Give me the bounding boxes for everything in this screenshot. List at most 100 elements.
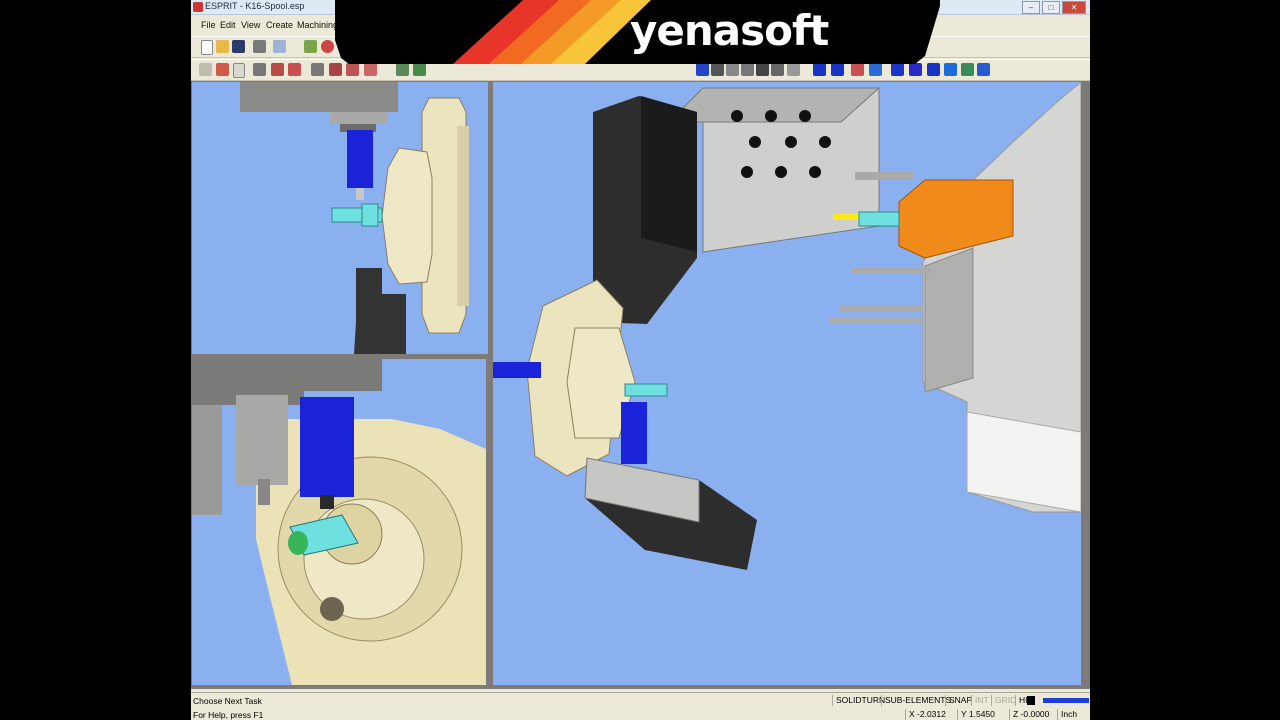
block-hole	[731, 110, 743, 122]
open-icon[interactable]	[216, 40, 229, 53]
operation-icon[interactable]	[396, 63, 409, 76]
side-turret	[924, 247, 974, 393]
status-prompt: Choose Next Task	[193, 696, 262, 706]
drilling-icon[interactable]	[271, 63, 284, 76]
menu-create[interactable]: Create	[266, 20, 293, 30]
blue-tool-lower	[621, 402, 647, 464]
bolt-hole	[320, 597, 344, 621]
blue-tool-shank	[347, 130, 373, 188]
left-tool-2	[236, 395, 288, 485]
status-help: For Help, press F1	[193, 710, 264, 720]
scale-icon[interactable]	[927, 63, 940, 76]
hi-color-bar	[1043, 698, 1089, 703]
shaded-icon[interactable]	[756, 63, 769, 76]
turret-tool-2	[839, 306, 923, 311]
block-hole	[809, 166, 821, 178]
view-front-icon[interactable]	[711, 63, 724, 76]
print-icon[interactable]	[253, 40, 266, 53]
menu-file[interactable]: File	[201, 20, 216, 30]
closeup-view-scene	[192, 359, 486, 685]
window-title: ESPRIT - K16-Spool.esp	[205, 1, 305, 11]
view-top-icon[interactable]	[726, 63, 739, 76]
rotate-icon[interactable]	[909, 63, 922, 76]
mode-solidturn[interactable]: SOLIDTURN	[832, 695, 888, 706]
chain-icon[interactable]	[413, 63, 426, 76]
block-hole	[749, 136, 761, 148]
face-icon[interactable]	[346, 63, 359, 76]
turret-tool-1	[851, 268, 931, 274]
stock-icon[interactable]	[233, 63, 245, 78]
mirror-icon[interactable]	[891, 63, 904, 76]
block-hole	[741, 166, 753, 178]
units: Inch	[1057, 709, 1080, 720]
blue-spindle-shaft	[493, 362, 541, 378]
minimize-button[interactable]: –	[1022, 1, 1040, 14]
coord-x: X -2.0312	[905, 709, 949, 720]
block-hole	[785, 136, 797, 148]
coord-z: Z -0.0000	[1009, 709, 1052, 720]
block-tool	[855, 172, 913, 180]
color-icon[interactable]	[961, 63, 974, 76]
block-hole	[819, 136, 831, 148]
view-side-icon[interactable]	[741, 63, 754, 76]
cyan-insert-main	[624, 383, 668, 397]
coord-y: Y 1.5450	[957, 709, 998, 720]
dark-jaw-step	[368, 294, 406, 354]
render-icon[interactable]	[813, 63, 826, 76]
tool-icon[interactable]	[216, 63, 229, 76]
menu-edit[interactable]: Edit	[220, 20, 236, 30]
top-view-scene	[240, 82, 469, 354]
hidden-line-icon[interactable]	[787, 63, 800, 76]
layer-icon[interactable]	[869, 63, 882, 76]
properties-icon[interactable]	[977, 63, 990, 76]
yenasoft-banner: yenasoft	[335, 0, 940, 64]
close-button[interactable]: ✕	[1062, 1, 1086, 14]
esprit-window: ESPRIT - K16-Spool.esp – □ ✕ File Edit V…	[191, 0, 1090, 720]
left-tool-tip	[258, 479, 270, 505]
contour-icon[interactable]	[311, 63, 324, 76]
left-tool-1	[192, 405, 222, 515]
maximize-button[interactable]: □	[1042, 1, 1060, 14]
tool-rack-face	[641, 96, 697, 252]
hi-indicator	[1027, 696, 1035, 705]
status-bar: Choose Next Task For Help, press F1 SOLI…	[191, 692, 1090, 720]
screen: ESPRIT - K16-Spool.esp – □ ✕ File Edit V…	[0, 0, 1280, 720]
viewport-bottom-left[interactable]	[192, 359, 486, 685]
yenasoft-logo-text: yenasoft	[630, 6, 829, 55]
flange-rim	[457, 126, 469, 306]
cyan-insert	[858, 211, 900, 227]
drill-cycle-icon[interactable]	[364, 63, 377, 76]
wireframe-icon[interactable]	[771, 63, 784, 76]
block-hole	[799, 110, 811, 122]
turret-block	[240, 82, 398, 112]
translate-icon[interactable]	[944, 63, 957, 76]
milling-icon[interactable]	[288, 63, 301, 76]
viewport-top-left[interactable]	[192, 82, 488, 354]
viewport-area	[191, 81, 1090, 689]
viewport-main[interactable]	[493, 82, 1081, 685]
turret-block-lip	[330, 112, 388, 124]
view-iso-icon[interactable]	[696, 63, 709, 76]
block-hole	[765, 110, 777, 122]
copy-icon[interactable]	[273, 40, 286, 53]
app-icon[interactable]	[193, 2, 203, 12]
window-controls: – □ ✕	[1022, 1, 1086, 14]
mode-subelements[interactable]: SUB-ELEMENTS	[881, 695, 954, 706]
turning-icon[interactable]	[253, 63, 266, 76]
machine-setup-icon[interactable]	[199, 63, 212, 76]
mode-int[interactable]: INT	[971, 695, 992, 706]
section-icon[interactable]	[851, 63, 864, 76]
menu-machining[interactable]: Machining	[297, 20, 338, 30]
pocket-icon[interactable]	[329, 63, 342, 76]
insert-end	[288, 531, 308, 555]
cyan-insert-collar	[361, 203, 379, 227]
select-icon[interactable]	[304, 40, 317, 53]
new-icon[interactable]	[201, 40, 213, 55]
save-icon[interactable]	[232, 40, 245, 53]
menu-view[interactable]: View	[241, 20, 260, 30]
turret-tool-3	[829, 318, 921, 323]
solid-icon[interactable]	[831, 63, 844, 76]
block-hole	[775, 166, 787, 178]
zoom-in-icon[interactable]	[321, 40, 334, 53]
blue-tool-shank	[300, 397, 354, 497]
